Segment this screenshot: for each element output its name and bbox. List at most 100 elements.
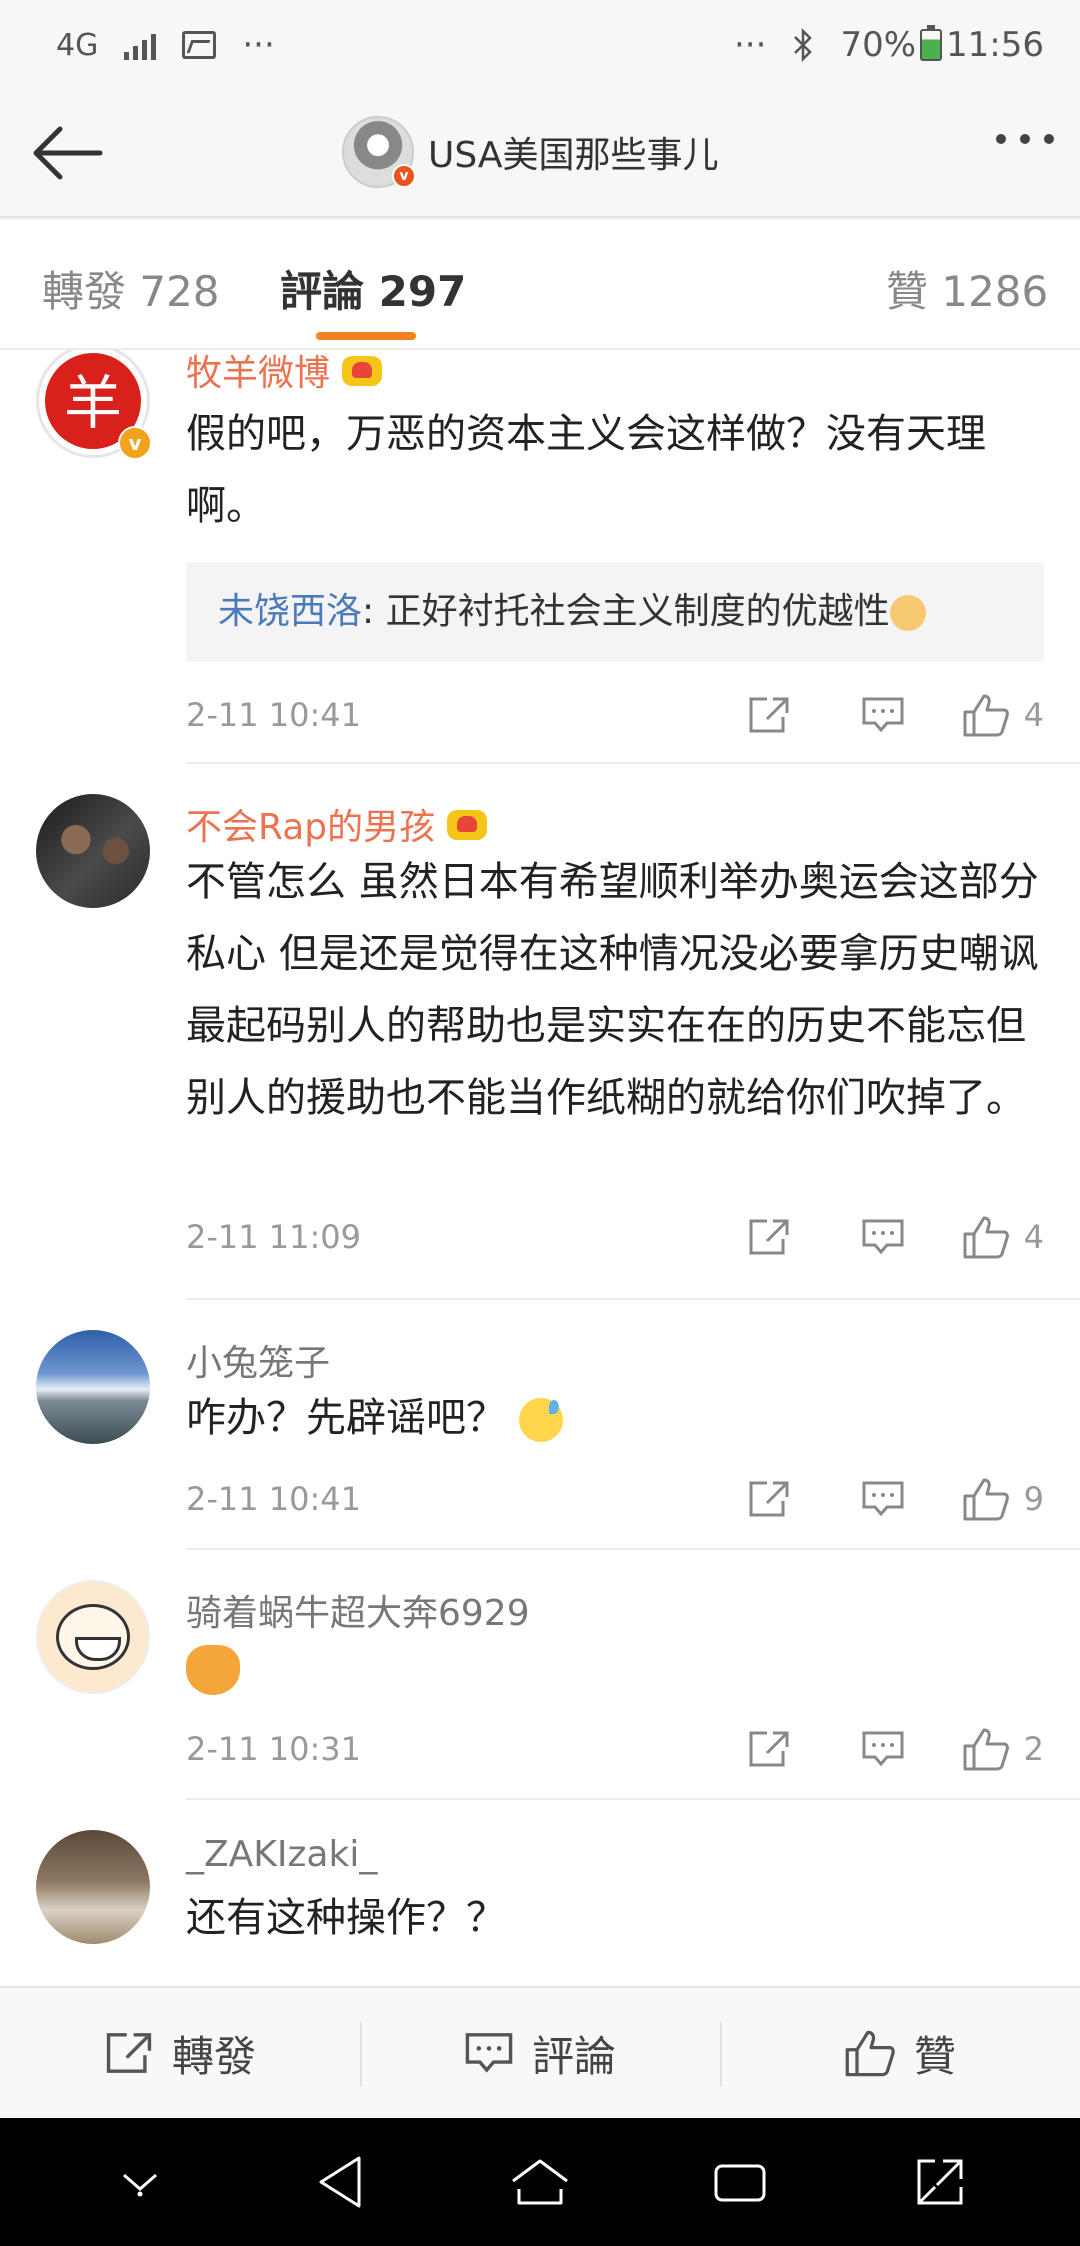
sweat-smile-emoji-icon (518, 1398, 563, 1442)
repost-label: 轉發 (171, 2031, 256, 2081)
comment-button[interactable]: 評論 (360, 1988, 720, 2118)
like-button[interactable]: 9 (962, 1476, 1044, 1522)
like-post-button[interactable]: 贊 (720, 1988, 1080, 2118)
comment-avatar[interactable] (36, 1330, 150, 1444)
tabs-bar: 轉發 728 評論 297 贊 1286 (0, 220, 1080, 350)
comment-text (186, 1632, 1046, 1704)
account-header[interactable]: v USA美国那些事儿 (342, 116, 719, 188)
author-name: 不会Rap的男孩 (186, 807, 436, 848)
nav-recents-button[interactable] (700, 2142, 780, 2222)
tab-comments[interactable]: 評論 297 (280, 258, 466, 319)
more-options-button[interactable] (996, 134, 1054, 144)
status-left: 4G ··· (56, 25, 275, 65)
comment-text: 不管怎么 虽然日本有希望顺利举办奥运会这部分私心 但是还是觉得在这种情况没必要拿… (186, 846, 1046, 1134)
comment-author[interactable]: 牧羊微博 (186, 350, 384, 396)
reply-author[interactable]: 未饶西洛 (218, 591, 362, 632)
comment-actions: 4 (734, 1212, 1044, 1262)
more-status-icon: ··· (734, 25, 767, 65)
like-count: 4 (1023, 1218, 1044, 1256)
author-name: _ZAKIzaki_ (186, 1834, 378, 1875)
like-button[interactable]: 4 (962, 1214, 1044, 1260)
share-icon (749, 1219, 789, 1255)
reply-button[interactable] (848, 1724, 918, 1774)
comment-text-content: 咋办？先辟谣吧？ (186, 1395, 506, 1441)
signal-icon (124, 30, 157, 60)
thumbs-up-icon (963, 1478, 1009, 1521)
verified-badge-icon: v (392, 164, 416, 188)
comment-avatar[interactable] (36, 1580, 150, 1694)
repost-button[interactable]: 轉發 (0, 1988, 360, 2118)
comment-meta: 2-11 10:41 9 (186, 1474, 1044, 1524)
account-name: USA美国那些事儿 (428, 135, 719, 176)
tab-likes[interactable]: 贊 1286 (886, 258, 1048, 319)
comment-avatar[interactable] (36, 794, 150, 908)
share-icon (106, 2033, 152, 2073)
chevron-down-icon (123, 2173, 157, 2197)
comment-actions: 2 (734, 1724, 1044, 1774)
home-icon (512, 2159, 568, 2205)
comment-icon (862, 1481, 904, 1517)
share-button[interactable] (734, 1474, 804, 1524)
share-button[interactable] (734, 1724, 804, 1774)
reply-button[interactable] (848, 1212, 918, 1262)
system-navigation-bar (0, 2118, 1080, 2246)
like-button[interactable]: 2 (962, 1726, 1044, 1772)
recents-icon (714, 2164, 766, 2202)
comment-text-content: 不管怎么 虽然日本有希望顺利举办奥运会这部分私心 但是还是觉得在这种情况没必要拿… (186, 859, 1039, 1121)
nav-home-button[interactable] (500, 2142, 580, 2222)
like-button[interactable]: 4 (962, 692, 1044, 738)
nav-back-button[interactable] (300, 2142, 380, 2222)
comment-text-content: 假的吧，万恶的资本主义会这样做？没有天理啊。 (186, 411, 986, 529)
comment-author[interactable]: 骑着蜗牛超大奔6929 (186, 1584, 530, 1636)
share-icon (749, 697, 789, 733)
comment-author[interactable]: _ZAKIzaki_ (186, 1834, 377, 1875)
comment-text-content: 还有这种操作？？ (186, 1895, 506, 1941)
more-dot-icon (996, 134, 1006, 144)
comment-author[interactable]: 不会Rap的男孩 (186, 798, 489, 850)
smiley-face-icon (56, 1604, 130, 1670)
active-tab-indicator (316, 332, 416, 340)
more-dot-icon (1020, 134, 1030, 144)
more-notifications-icon: ··· (242, 25, 275, 65)
share-button[interactable] (734, 690, 804, 740)
battery-icon (920, 25, 943, 61)
crying-cat-emoji-icon (186, 1645, 240, 1695)
status-right: ··· 70% 11:56 (734, 25, 1044, 65)
comment-time: 2-11 10:41 (186, 696, 362, 734)
thumbs-up-icon (845, 2030, 895, 2077)
comment-author[interactable]: 小兔笼子 (186, 1334, 330, 1386)
tab-reposts[interactable]: 轉發 728 (42, 258, 220, 319)
comment-icon (862, 1731, 904, 1767)
comment-icon (465, 2033, 513, 2073)
vip-crown-icon (445, 806, 489, 842)
author-name: 骑着蜗牛超大奔6929 (186, 1593, 530, 1634)
reply-button[interactable] (848, 1474, 918, 1524)
nav-expand-button[interactable] (900, 2142, 980, 2222)
comment-label: 評論 (531, 2031, 616, 2081)
comment-meta: 2-11 10:41 4 (186, 690, 1044, 740)
back-arrow-icon (33, 126, 103, 180)
comment-text: 假的吧，万恶的资本主义会这样做？没有天理啊。 (186, 398, 1046, 542)
reply-text: : 正好衬托社会主义制度的优越性 (362, 591, 890, 632)
reply-button[interactable] (848, 690, 918, 740)
comment-avatar[interactable]: 羊 v (36, 350, 152, 460)
like-label: 贊 (913, 2031, 956, 2081)
status-bar: 4G ··· ··· 70% 11:56 (0, 0, 1080, 90)
comment-avatar[interactable] (36, 1830, 150, 1944)
expand-icon (917, 2159, 963, 2205)
comment-time: 2-11 10:31 (186, 1730, 362, 1768)
back-button[interactable] (28, 118, 104, 188)
header: v USA美国那些事儿 (0, 90, 1080, 218)
hide-keyboard-button[interactable] (100, 2142, 180, 2222)
share-icon (749, 1481, 789, 1517)
nav-back-icon (319, 2156, 361, 2208)
divider (186, 1798, 1080, 1800)
like-count: 4 (1023, 696, 1044, 734)
comment-time: 2-11 11:09 (186, 1218, 362, 1256)
reply-preview[interactable]: 未饶西洛: 正好衬托社会主义制度的优越性 (186, 562, 1044, 662)
bluetooth-icon (794, 28, 813, 62)
thumbs-up-icon (963, 1728, 1009, 1771)
share-button[interactable] (734, 1212, 804, 1262)
divider (186, 762, 1080, 764)
vip-crown-icon (340, 352, 384, 388)
